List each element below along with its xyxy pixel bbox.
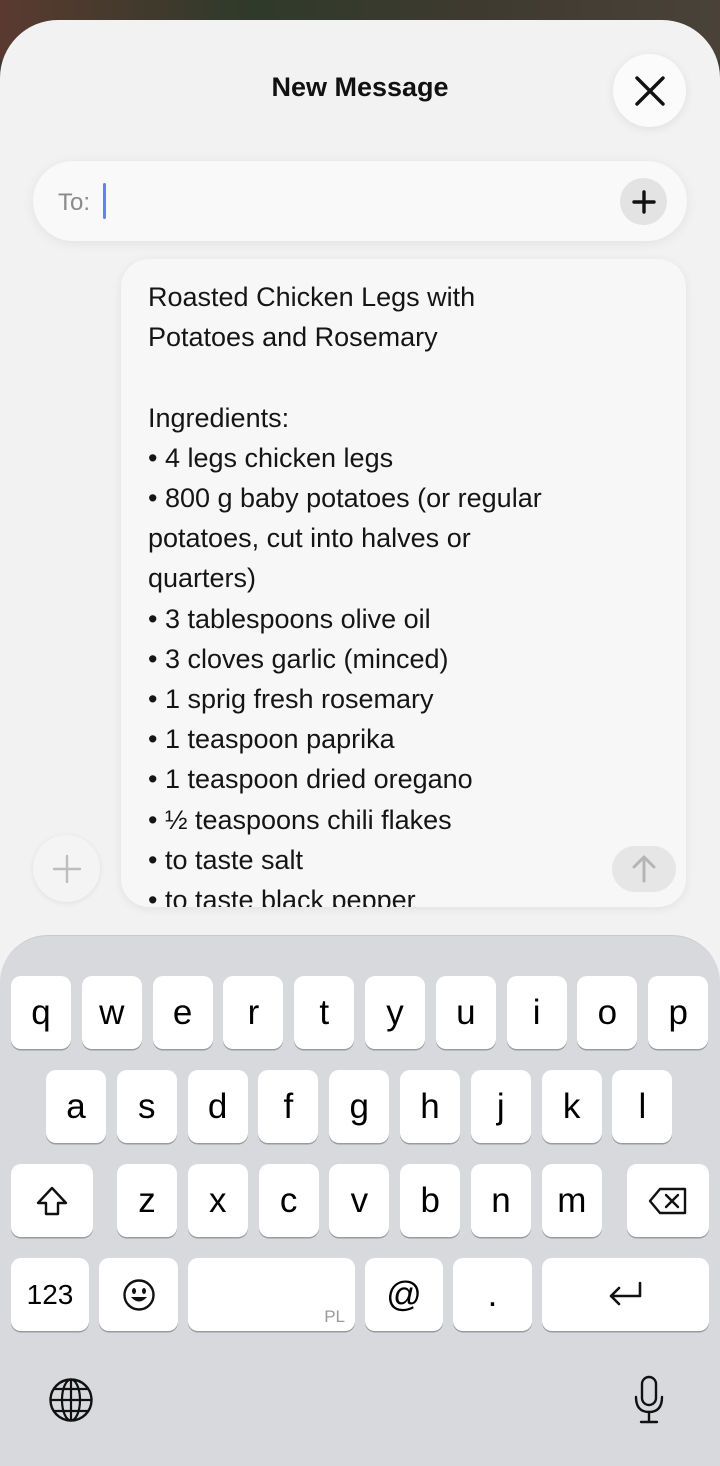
- key-z[interactable]: z: [117, 1164, 177, 1237]
- key-q[interactable]: q: [11, 976, 71, 1049]
- plus-icon: [52, 854, 81, 883]
- close-button[interactable]: [613, 54, 686, 127]
- add-recipient-button[interactable]: [620, 178, 667, 225]
- message-line: • ½ teaspoons chili flakes: [148, 804, 452, 835]
- new-message-sheet: New Message To: Roasted Chicken Legs wit…: [0, 20, 720, 1466]
- key-m[interactable]: m: [541, 1164, 602, 1237]
- key-c[interactable]: c: [258, 1164, 319, 1237]
- key-n[interactable]: n: [471, 1164, 531, 1237]
- key-s[interactable]: s: [116, 1070, 177, 1143]
- at-key-label: @: [386, 1274, 422, 1314]
- keyboard: qwertyuiop asdfghjkl zxcvbnm 123 PL @ .: [0, 935, 720, 1466]
- numbers-key-label: 123: [26, 1278, 74, 1310]
- key-y[interactable]: y: [365, 976, 425, 1049]
- return-key[interactable]: [542, 1258, 709, 1331]
- recipient-input[interactable]: [113, 179, 593, 223]
- message-line: • 3 cloves garlic (minced): [148, 643, 449, 674]
- message-body[interactable]: Roasted Chicken Legs with Potatoes and Ro…: [121, 259, 686, 907]
- microphone-icon: [634, 1375, 664, 1424]
- key-v[interactable]: v: [329, 1164, 390, 1237]
- key-o[interactable]: o: [577, 976, 638, 1049]
- to-label: To:: [58, 189, 91, 216]
- delete-key[interactable]: [627, 1164, 709, 1237]
- period-key[interactable]: .: [453, 1258, 532, 1331]
- message-text: Roasted Chicken Legs with Potatoes and Ro…: [148, 277, 668, 907]
- globe-button[interactable]: [45, 1374, 97, 1426]
- key-i[interactable]: i: [506, 976, 567, 1049]
- message-line: • 1 teaspoon paprika: [148, 724, 395, 755]
- key-p[interactable]: p: [648, 976, 709, 1049]
- space-key[interactable]: PL: [188, 1258, 355, 1331]
- message-line: • 1 sprig fresh rosemary: [148, 684, 434, 715]
- key-r[interactable]: r: [223, 976, 284, 1049]
- message-line: Potatoes and Rosemary: [148, 322, 438, 353]
- message-line: • 3 tablespoons olive oil: [148, 603, 431, 634]
- plus-icon: [631, 189, 656, 214]
- globe-icon: [49, 1378, 93, 1422]
- key-l[interactable]: l: [612, 1070, 673, 1143]
- key-h[interactable]: h: [400, 1070, 460, 1143]
- return-icon: [609, 1281, 641, 1305]
- send-button[interactable]: [612, 846, 676, 892]
- key-f[interactable]: f: [258, 1070, 319, 1143]
- key-d[interactable]: d: [187, 1070, 248, 1143]
- message-line: • 4 legs chicken legs: [148, 442, 394, 473]
- at-key[interactable]: @: [365, 1258, 443, 1331]
- emoji-icon: [122, 1278, 155, 1311]
- shift-key[interactable]: [11, 1164, 93, 1237]
- numbers-key[interactable]: 123: [11, 1258, 89, 1331]
- message-line: quarters): [148, 563, 257, 594]
- key-e[interactable]: e: [152, 976, 213, 1049]
- key-t[interactable]: t: [294, 976, 355, 1049]
- page-title: New Message: [271, 72, 449, 102]
- shift-icon: [36, 1186, 68, 1215]
- close-icon: [634, 75, 665, 106]
- key-g[interactable]: g: [329, 1070, 390, 1143]
- message-line: Roasted Chicken Legs with: [148, 282, 476, 312]
- space-language-label: PL: [324, 1307, 345, 1326]
- text-caret: [103, 183, 106, 219]
- backspace-icon: [648, 1187, 687, 1214]
- dictation-button[interactable]: [624, 1372, 674, 1428]
- key-u[interactable]: u: [435, 976, 496, 1049]
- key-x[interactable]: x: [187, 1164, 248, 1237]
- message-line: Ingredients:: [148, 402, 290, 433]
- key-k[interactable]: k: [541, 1070, 602, 1143]
- message-line: potatoes, cut into halves or: [148, 523, 471, 554]
- key-j[interactable]: j: [470, 1070, 531, 1143]
- emoji-key[interactable]: [99, 1258, 178, 1331]
- key-b[interactable]: b: [400, 1164, 461, 1237]
- message-line: • to taste salt: [148, 844, 304, 875]
- message-line: • 1 teaspoon dried oregano: [148, 764, 473, 795]
- key-w[interactable]: w: [81, 976, 142, 1049]
- arrow-up-icon: [632, 855, 656, 883]
- period-key-label: .: [487, 1274, 498, 1314]
- key-a[interactable]: a: [46, 1070, 106, 1143]
- attach-button[interactable]: [33, 835, 100, 902]
- to-field[interactable]: To:: [33, 161, 687, 241]
- message-line: • 800 g baby potatoes (or regular: [148, 483, 542, 513]
- message-line: • to taste black pepper: [148, 885, 416, 907]
